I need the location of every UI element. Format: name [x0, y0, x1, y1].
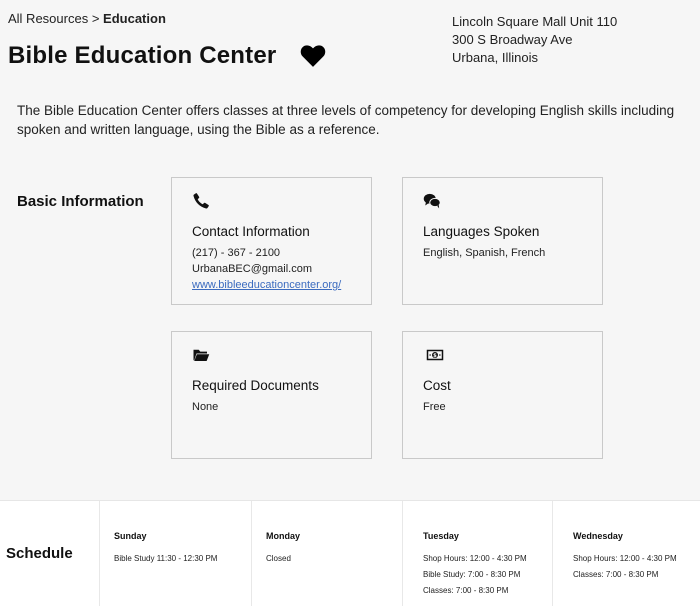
day-name: Wednesday [573, 531, 623, 541]
email-address: UrbanaBEC@gmail.com [192, 263, 312, 275]
money-icon: $ [426, 349, 444, 361]
phone-icon [193, 193, 209, 209]
card-title: Required Documents [192, 378, 319, 393]
address-line: Urbana, Illinois [452, 50, 538, 65]
page-title: Bible Education Center [8, 42, 277, 69]
hours-line: Bible Study: 7:00 - 8:30 PM [423, 570, 521, 579]
card-title: Cost [423, 378, 451, 393]
documents-value: None [192, 401, 219, 413]
chat-bubbles-icon [423, 193, 441, 209]
schedule-heading: Schedule [6, 545, 73, 562]
description: The Bible Education Center offers classe… [17, 103, 675, 137]
heart-icon[interactable] [300, 44, 326, 68]
schedule-section: Schedule Sunday Bible Study 11:30 - 12:3… [0, 500, 700, 606]
address-line: Lincoln Square Mall Unit 110 [452, 14, 618, 29]
hours-line: Shop Hours: 12:00 - 4:30 PM [423, 554, 527, 563]
website-link[interactable]: www.bibleeducationcenter.org/ [192, 279, 341, 291]
languages-spoken-card: Languages Spoken English, Spanish, Frenc… [402, 177, 603, 305]
hours-line: Classes: 7:00 - 8:30 PM [573, 570, 659, 579]
hours-line: Closed [266, 554, 291, 563]
day-name: Monday [266, 531, 301, 541]
hours-line: Classes: 7:00 - 8:30 PM [423, 586, 509, 595]
breadcrumb-current: Education [103, 11, 166, 26]
contact-information-card: Contact Information (217) - 367 - 2100 U… [171, 177, 372, 305]
address-line: 300 S Broadway Ave [452, 32, 573, 47]
svg-text:$: $ [433, 353, 437, 359]
breadcrumb: All Resources > Education [8, 11, 166, 26]
day-name: Sunday [114, 531, 147, 541]
breadcrumb-separator: > [91, 11, 100, 26]
address: Lincoln Square Mall Unit 110 300 S Broad… [452, 13, 617, 67]
card-title: Contact Information [192, 224, 310, 239]
hours-line: Bible Study 11:30 - 12:30 PM [114, 554, 218, 563]
cost-value: Free [423, 401, 446, 413]
schedule-day-sunday: Sunday Bible Study 11:30 - 12:30 PM [99, 501, 251, 606]
required-documents-card: Required Documents None [171, 331, 372, 459]
basic-information-heading: Basic Information [17, 193, 144, 210]
languages-value: English, Spanish, French [423, 247, 546, 259]
title-row: Bible Education Center [8, 42, 326, 70]
breadcrumb-root-link[interactable]: All Resources [8, 11, 88, 26]
folder-icon [193, 349, 210, 361]
phone-number: (217) - 367 - 2100 [192, 247, 281, 259]
schedule-day-wednesday: Wednesday Shop Hours: 12:00 - 4:30 PM Cl… [552, 501, 700, 606]
day-name: Tuesday [423, 531, 459, 541]
card-title: Languages Spoken [423, 224, 540, 239]
schedule-day-monday: Monday Closed [251, 501, 402, 606]
hours-line: Shop Hours: 12:00 - 4:30 PM [573, 554, 677, 563]
cost-card: $ Cost Free [402, 331, 603, 459]
schedule-day-tuesday: Tuesday Shop Hours: 12:00 - 4:30 PM Bibl… [402, 501, 552, 606]
